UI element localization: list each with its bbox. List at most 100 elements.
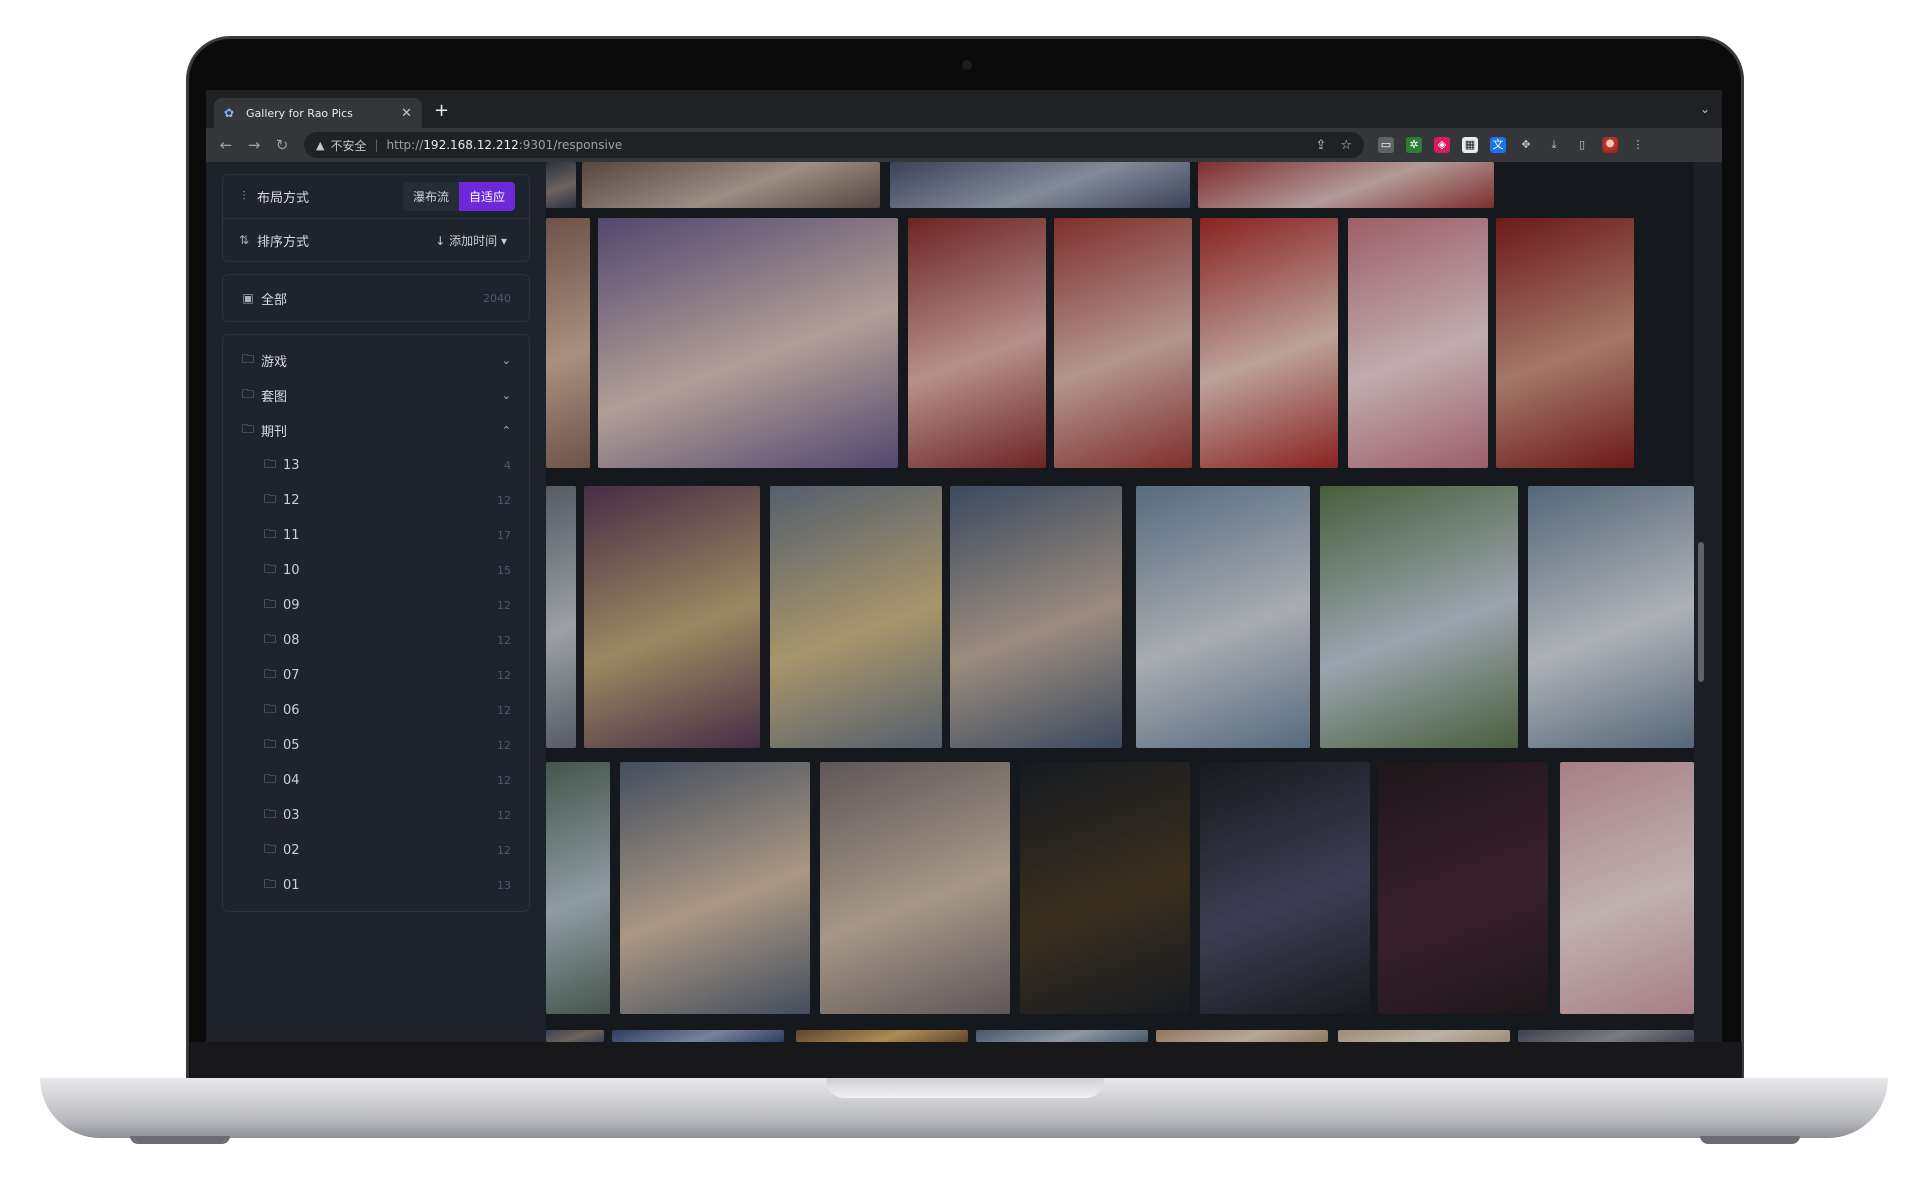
- gallery-image[interactable]: [1198, 162, 1494, 208]
- back-arrow-icon[interactable]: ←: [212, 136, 240, 154]
- gallery-image[interactable]: [890, 162, 1190, 208]
- url-separator: |: [374, 138, 379, 152]
- gallery-image[interactable]: [1338, 1030, 1510, 1042]
- avatar[interactable]: [1602, 137, 1618, 153]
- gallery-image[interactable]: [1348, 218, 1488, 468]
- gallery-image[interactable]: [546, 218, 590, 468]
- gallery-image[interactable]: [1136, 486, 1310, 748]
- url-host: 192.168.12.212: [423, 138, 519, 152]
- insecure-label: 不安全: [330, 138, 367, 153]
- address-bar[interactable]: ▲ 不安全 | http:// 192.168.12.212 :9301/res…: [304, 132, 1364, 158]
- folder-issue-item[interactable]: 🗀 03 12: [223, 798, 529, 833]
- folder-icon: 🗀: [263, 702, 276, 716]
- folder-icon: 🗀: [263, 667, 276, 681]
- issue-count: 17: [497, 529, 511, 542]
- folder-issue-item[interactable]: 🗀 07 12: [223, 658, 529, 693]
- reader-icon[interactable]: ▭: [1378, 137, 1394, 153]
- reload-icon[interactable]: ↻: [268, 136, 296, 154]
- issue-label: 07: [283, 668, 300, 683]
- gallery-image[interactable]: [1378, 762, 1548, 1014]
- browser-tab[interactable]: ✿ Gallery for Rao Pics ✕: [214, 98, 422, 128]
- layout-option-responsive[interactable]: 自适应: [458, 182, 515, 211]
- gallery-image[interactable]: [1528, 486, 1694, 748]
- layout-toggle: 瀑布流 自适应: [402, 182, 515, 211]
- gallery-image[interactable]: [1320, 486, 1518, 748]
- issue-label: 09: [283, 598, 300, 613]
- laptop-frame: ✿ Gallery for Rao Pics ✕ + ⌄ ← → ↻ ▲ 不安全…: [0, 0, 1920, 1178]
- gallery-image[interactable]: [796, 1030, 968, 1042]
- side-panel-icon[interactable]: ▯: [1574, 137, 1590, 153]
- gallery-image[interactable]: [1496, 218, 1634, 468]
- folder-icon: 🗀: [263, 632, 276, 646]
- menu-kebab-icon[interactable]: ⋮: [1630, 137, 1646, 153]
- scrollbar-thumb[interactable]: [1698, 542, 1704, 682]
- folder-tree: 🗀 游戏 ⌄ 🗀 套图 ⌄ 🗀 期刊 ⌃ 🗀 13 4 🗀 12 12 🗀 11: [222, 334, 530, 912]
- download-icon[interactable]: ⤓: [1546, 137, 1562, 153]
- gallery-image[interactable]: [1156, 1030, 1328, 1042]
- sidebar: ⫶ 布局方式 瀑布流 自适应 ⇅ 排序方式 ↓ 添加时间 ▾ ▣ 全部 2040…: [206, 162, 546, 1042]
- folder-issue-item[interactable]: 🗀 05 12: [223, 728, 529, 763]
- sort-dropdown[interactable]: ↓ 添加时间 ▾: [427, 228, 515, 253]
- folder-issue-item[interactable]: 🗀 10 15: [223, 553, 529, 588]
- issue-label: 06: [283, 703, 300, 718]
- issue-count: 13: [497, 879, 511, 892]
- chevron-up-icon[interactable]: ⌃: [502, 424, 511, 437]
- scrollbar[interactable]: [1694, 162, 1708, 1042]
- puzzle-icon[interactable]: ✥: [1518, 137, 1534, 153]
- gallery-image[interactable]: [1560, 762, 1694, 1014]
- folder-issues[interactable]: 🗀 期刊 ⌃: [223, 413, 529, 448]
- issue-count: 12: [497, 704, 511, 717]
- laptop-notch: [826, 1078, 1104, 1098]
- gallery-image[interactable]: [820, 762, 1010, 1014]
- gallery-image[interactable]: [770, 486, 942, 748]
- view-options-panel: ⫶ 布局方式 瀑布流 自适应 ⇅ 排序方式 ↓ 添加时间 ▾: [222, 174, 530, 262]
- close-tab-icon[interactable]: ✕: [401, 106, 412, 121]
- gallery-image[interactable]: [1054, 218, 1192, 468]
- folder-issue-item[interactable]: 🗀 04 12: [223, 763, 529, 798]
- folder-issue-item[interactable]: 🗀 02 12: [223, 833, 529, 868]
- folder-issue-item[interactable]: 🗀 08 12: [223, 623, 529, 658]
- qr-code-icon[interactable]: ▦: [1462, 137, 1478, 153]
- gallery-image[interactable]: [584, 486, 760, 748]
- all-images-item[interactable]: ▣ 全部 2040: [222, 274, 530, 322]
- sort-row: ⇅ 排序方式 ↓ 添加时间 ▾: [223, 218, 529, 261]
- inbox-icon: ▣: [242, 291, 254, 305]
- gallery-image[interactable]: [546, 762, 610, 1014]
- gallery-image[interactable]: [546, 486, 576, 748]
- chevron-down-icon[interactable]: ⌄: [502, 354, 511, 367]
- folder-issue-item[interactable]: 🗀 06 12: [223, 693, 529, 728]
- gallery-image[interactable]: [546, 162, 576, 208]
- gallery-image[interactable]: [1200, 218, 1338, 468]
- folder-issue-item[interactable]: 🗀 09 12: [223, 588, 529, 623]
- gallery-image[interactable]: [1020, 762, 1190, 1014]
- translate-icon[interactable]: 文: [1490, 137, 1506, 153]
- image-gallery: [546, 162, 1708, 1042]
- gallery-image[interactable]: [546, 1030, 604, 1042]
- bookmark-star-icon[interactable]: ☆: [1340, 138, 1352, 153]
- gallery-image[interactable]: [950, 486, 1122, 748]
- gallery-image[interactable]: [1518, 1030, 1694, 1042]
- gallery-image[interactable]: [908, 218, 1046, 468]
- gallery-image[interactable]: [582, 162, 880, 208]
- gallery-image[interactable]: [612, 1030, 784, 1042]
- forward-arrow-icon[interactable]: →: [240, 136, 268, 154]
- new-tab-icon[interactable]: +: [434, 102, 449, 120]
- folder-issue-item[interactable]: 🗀 11 17: [223, 518, 529, 553]
- tab-search-chevron-icon[interactable]: ⌄: [1700, 102, 1710, 116]
- chevron-down-icon[interactable]: ⌄: [502, 389, 511, 402]
- folder-sets[interactable]: 🗀 套图 ⌄: [223, 378, 529, 413]
- folder-issue-item[interactable]: 🗀 12 12: [223, 483, 529, 518]
- share-icon[interactable]: ⇪: [1315, 138, 1326, 153]
- extension-green-icon[interactable]: ✲: [1406, 137, 1422, 153]
- folder-issue-item[interactable]: 🗀 01 13: [223, 868, 529, 903]
- folder-issue-item[interactable]: 🗀 13 4: [223, 448, 529, 483]
- gallery-image[interactable]: [976, 1030, 1148, 1042]
- folder-games[interactable]: 🗀 游戏 ⌄: [223, 343, 529, 378]
- issue-count: 12: [497, 809, 511, 822]
- gallery-image[interactable]: [598, 218, 898, 468]
- gallery-image[interactable]: [1200, 762, 1370, 1014]
- gallery-image[interactable]: [620, 762, 810, 1014]
- issue-label: 05: [283, 738, 300, 753]
- layout-option-masonry[interactable]: 瀑布流: [402, 182, 459, 211]
- extension-pink-icon[interactable]: ◈: [1434, 137, 1450, 153]
